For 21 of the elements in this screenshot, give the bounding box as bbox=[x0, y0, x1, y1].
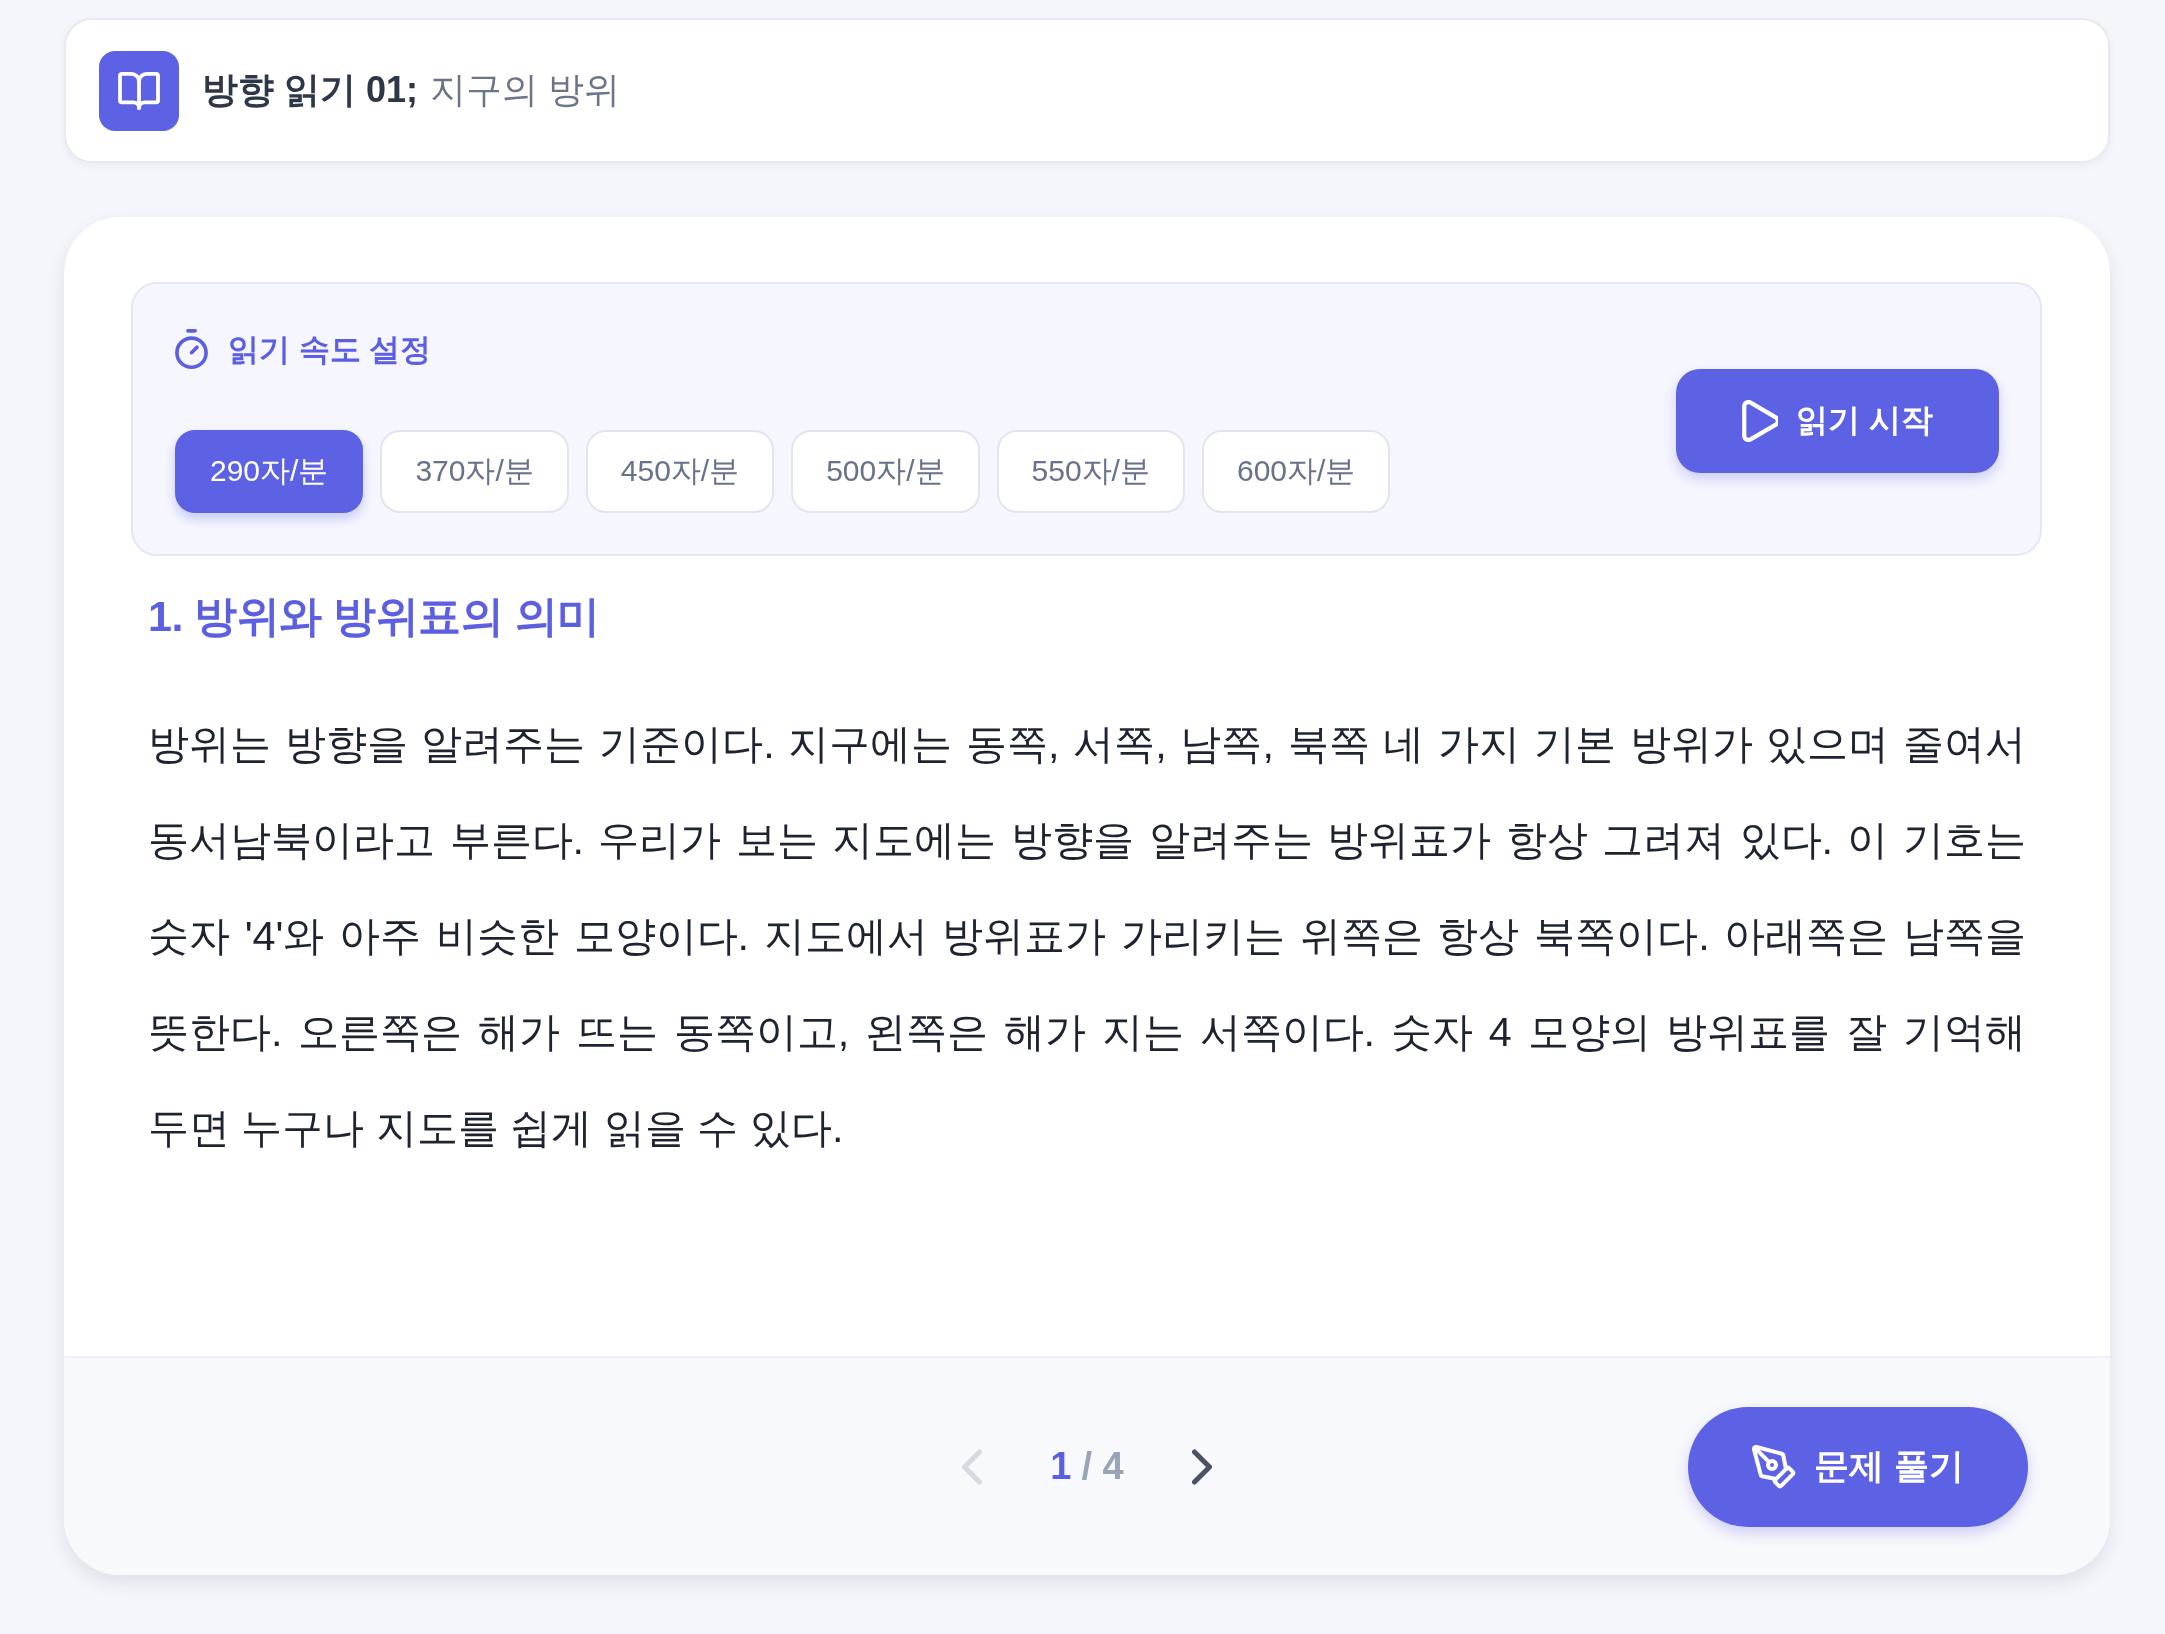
start-reading-button[interactable]: 읽기 시작 bbox=[1676, 369, 1999, 473]
speed-option[interactable]: 290자/분 bbox=[175, 430, 364, 513]
play-icon bbox=[1742, 400, 1779, 442]
speed-option[interactable]: 600자/분 bbox=[1201, 430, 1391, 513]
reading-paragraph: 방위는 방향을 알려주는 기준이다. 지구에는 동쪽, 서쪽, 남쪽, 북쪽 네 가지 기본 방위가 있으며 줄여서 동서남북이라고 부른다. 우리가 보는 지도에는 방향을 알려주는 방위표가 항상 그려져 있다. 이 기호는 숫자 '4'와 아주 비슷한 모양이다. 지도에서 방위표가 가리키는 위쪽은 항상 북쪽이다. 아래쪽은 남쪽을 뜻한다. 오른쪽은 해가 뜨는 동쪽이고, 왼쪽은 해가 지는 서쪽이다. 숫자 4 모양의 방위표를 잘 기억해 두면 누구나 지도를 쉽게 읽을 수 있다. bbox=[148, 720, 2026, 1153]
total-pages: / 4 bbox=[1081, 1445, 1124, 1488]
speed-option[interactable]: 550자/분 bbox=[996, 430, 1185, 513]
stopwatch-icon bbox=[175, 329, 208, 370]
lesson-title: 방향 읽기 01; bbox=[202, 68, 419, 113]
chevron-right-icon bbox=[1191, 1448, 1212, 1485]
current-page: 1 bbox=[1050, 1445, 1072, 1488]
lesson-subtitle: 지구의 방위 bbox=[430, 68, 621, 113]
pen-nib-icon bbox=[1752, 1444, 1797, 1489]
section-heading: 1. 방위와 방위표의 의미 bbox=[148, 591, 601, 642]
chevron-left-icon bbox=[962, 1448, 983, 1485]
speed-option[interactable]: 450자/분 bbox=[585, 430, 775, 513]
speed-option[interactable]: 500자/분 bbox=[791, 430, 980, 513]
speed-option[interactable]: 370자/분 bbox=[380, 430, 569, 513]
solve-quiz-button[interactable]: 문제 풀기 bbox=[1688, 1406, 2028, 1527]
book-icon bbox=[99, 50, 179, 131]
panel-title: 읽기 속도 설정 bbox=[228, 331, 432, 369]
